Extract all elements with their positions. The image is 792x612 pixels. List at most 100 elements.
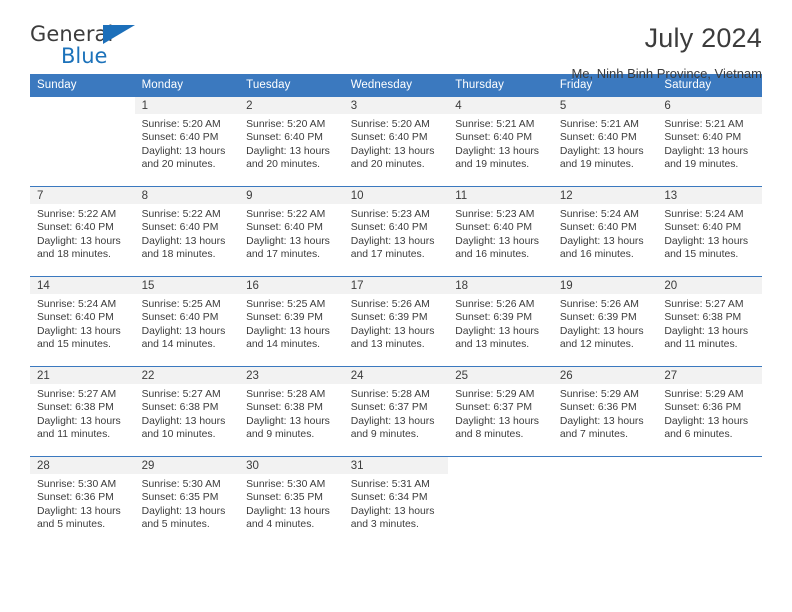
daylight-text: Daylight: 13 hours and 18 minutes. (37, 235, 121, 260)
sunset-text: Sunset: 6:39 PM (455, 312, 533, 324)
calendar-day-cell[interactable]: 29 Sunrise: 5:30 AM Sunset: 6:35 PM Dayligh… (134, 457, 240, 546)
calendar-day-cell[interactable]: 5 Sunrise: 5:21 AM Sunset: 6:40 PM Daylight… (552, 97, 658, 186)
calendar-day-cell[interactable]: 2 Sunrise: 5:20 AM Sunset: 6:40 PM Daylight… (239, 97, 344, 186)
calendar-day-cell[interactable]: 4 Sunrise: 5:21 AM Sunset: 6:40 PM Daylight… (448, 97, 553, 186)
calendar-day-cell[interactable]: 8 Sunrise: 5:22 AM Sunset: 6:40 PM Daylight… (134, 187, 240, 276)
sunset-text: Sunset: 6:39 PM (246, 312, 323, 324)
sunrise-text: Sunrise: 5:30 AM (141, 479, 221, 490)
day-number: 29 (134, 457, 240, 474)
calendar-day-cell[interactable]: 9 Sunrise: 5:22 AM Sunset: 6:40 PM Daylight… (239, 187, 344, 276)
calendar-day-cell[interactable]: 18 Sunrise: 5:26 AM Sunset: 6:39 PM Dayligh… (448, 277, 553, 366)
sunset-text: Sunset: 6:40 PM (455, 132, 533, 144)
calendar-cell-empty (30, 97, 135, 186)
day-details (657, 474, 762, 478)
sunset-text: Sunset: 6:35 PM (141, 492, 219, 504)
page-title: July 2024 (644, 23, 762, 53)
calendar-day-cell[interactable]: 28 Sunrise: 5:30 AM Sunset: 6:36 PM Dayligh… (30, 457, 135, 546)
sunset-text: Sunset: 6:40 PM (559, 132, 637, 144)
sunrise-text: Sunrise: 5:22 AM (141, 209, 221, 220)
daylight-text: Daylight: 13 hours and 18 minutes. (141, 235, 226, 260)
sunset-text: Sunset: 6:40 PM (559, 222, 637, 234)
daylight-text: Daylight: 13 hours and 16 minutes. (455, 235, 539, 260)
calendar-day-cell[interactable]: 16 Sunrise: 5:25 AM Sunset: 6:39 PM Dayligh… (239, 277, 344, 366)
calendar-week-row: 1 Sunrise: 5:20 AM Sunset: 6:40 PM Daylight… (30, 97, 762, 187)
sunrise-text: Sunrise: 5:20 AM (350, 119, 430, 130)
day-number (657, 457, 762, 474)
daylight-text: Daylight: 13 hours and 20 minutes. (350, 145, 435, 170)
day-details: Sunrise: 5:31 AM Sunset: 6:34 PM Daylight:… (344, 474, 449, 531)
sunset-text: Sunset: 6:40 PM (350, 222, 428, 234)
sunrise-text: Sunrise: 5:31 AM (350, 479, 430, 490)
sunrise-text: Sunrise: 5:21 AM (559, 119, 639, 130)
day-number: 5 (552, 97, 658, 114)
calendar-cell-empty (657, 457, 762, 546)
calendar-day-cell[interactable]: 21 Sunrise: 5:27 AM Sunset: 6:38 PM Dayligh… (30, 367, 135, 456)
day-details: Sunrise: 5:28 AM Sunset: 6:37 PM Daylight:… (344, 384, 449, 441)
sunset-text: Sunset: 6:40 PM (141, 222, 219, 234)
sunset-text: Sunset: 6:40 PM (350, 132, 428, 144)
daylight-text: Daylight: 13 hours and 17 minutes. (246, 235, 330, 260)
calendar-day-cell[interactable]: 24 Sunrise: 5:28 AM Sunset: 6:37 PM Dayligh… (343, 367, 449, 456)
calendar-day-cell[interactable]: 3 Sunrise: 5:20 AM Sunset: 6:40 PM Daylight… (343, 97, 449, 186)
calendar-day-cell[interactable]: 30 Sunrise: 5:30 AM Sunset: 6:35 PM Dayligh… (239, 457, 344, 546)
daylight-text: Daylight: 13 hours and 20 minutes. (141, 145, 226, 170)
day-number: 16 (239, 277, 344, 294)
sunrise-text: Sunrise: 5:26 AM (559, 299, 639, 310)
calendar-day-cell[interactable]: 12 Sunrise: 5:24 AM Sunset: 6:40 PM Dayligh… (552, 187, 658, 276)
sunset-text: Sunset: 6:40 PM (455, 222, 533, 234)
calendar-day-cell[interactable]: 14 Sunrise: 5:24 AM Sunset: 6:40 PM Dayligh… (30, 277, 135, 366)
sunset-text: Sunset: 6:38 PM (246, 402, 323, 414)
day-number: 9 (239, 187, 344, 204)
sunset-text: Sunset: 6:40 PM (246, 132, 323, 144)
day-details: Sunrise: 5:23 AM Sunset: 6:40 PM Daylight:… (344, 204, 449, 261)
calendar-day-cell[interactable]: 23 Sunrise: 5:28 AM Sunset: 6:38 PM Dayligh… (239, 367, 344, 456)
calendar-day-cell[interactable]: 17 Sunrise: 5:26 AM Sunset: 6:39 PM Dayligh… (343, 277, 449, 366)
calendar-day-cell[interactable]: 10 Sunrise: 5:23 AM Sunset: 6:40 PM Dayligh… (343, 187, 449, 276)
calendar-day-cell[interactable]: 15 Sunrise: 5:25 AM Sunset: 6:40 PM Dayligh… (134, 277, 240, 366)
calendar-day-cell[interactable]: 22 Sunrise: 5:27 AM Sunset: 6:38 PM Dayligh… (134, 367, 240, 456)
day-details (553, 474, 658, 478)
sunrise-text: Sunrise: 5:26 AM (350, 299, 430, 310)
day-details: Sunrise: 5:27 AM Sunset: 6:38 PM Daylight:… (657, 294, 762, 351)
calendar-day-cell[interactable]: 11 Sunrise: 5:23 AM Sunset: 6:40 PM Dayligh… (448, 187, 553, 276)
calendar-day-cell[interactable]: 1 Sunrise: 5:20 AM Sunset: 6:40 PM Daylight… (134, 97, 240, 186)
calendar-day-cell[interactable]: 7 Sunrise: 5:22 AM Sunset: 6:40 PM Daylight… (30, 187, 135, 276)
day-number: 23 (239, 367, 344, 384)
daylight-text: Daylight: 13 hours and 14 minutes. (246, 325, 330, 350)
day-details: Sunrise: 5:29 AM Sunset: 6:37 PM Daylight:… (448, 384, 553, 441)
calendar-day-cell[interactable]: 27 Sunrise: 5:29 AM Sunset: 6:36 PM Dayligh… (657, 367, 762, 456)
sunset-text: Sunset: 6:37 PM (350, 402, 428, 414)
calendar-day-cell[interactable]: 6 Sunrise: 5:21 AM Sunset: 6:40 PM Daylight… (657, 97, 762, 186)
weekday-header-sunday: Sunday (30, 74, 135, 97)
day-details: Sunrise: 5:26 AM Sunset: 6:39 PM Daylight:… (344, 294, 449, 351)
calendar-day-cell[interactable]: 19 Sunrise: 5:26 AM Sunset: 6:39 PM Dayligh… (552, 277, 658, 366)
day-details: Sunrise: 5:22 AM Sunset: 6:40 PM Daylight:… (239, 204, 344, 261)
sunrise-text: Sunrise: 5:23 AM (350, 209, 430, 220)
day-number: 8 (134, 187, 240, 204)
day-number: 15 (134, 277, 240, 294)
calendar-day-cell[interactable]: 26 Sunrise: 5:29 AM Sunset: 6:36 PM Dayligh… (552, 367, 658, 456)
day-number: 31 (343, 457, 449, 474)
page-header: General Blue July 2024 Me, Ninh Binh Pro… (30, 0, 762, 81)
day-number: 1 (134, 97, 240, 114)
calendar-day-cell[interactable]: 25 Sunrise: 5:29 AM Sunset: 6:37 PM Dayligh… (448, 367, 553, 456)
day-details: Sunrise: 5:21 AM Sunset: 6:40 PM Daylight:… (448, 114, 553, 171)
day-number (30, 97, 135, 114)
sunrise-text: Sunrise: 5:21 AM (664, 119, 744, 130)
calendar-day-cell[interactable]: 13 Sunrise: 5:24 AM Sunset: 6:40 PM Dayligh… (657, 187, 762, 276)
day-details: Sunrise: 5:22 AM Sunset: 6:40 PM Daylight:… (30, 204, 135, 261)
daylight-text: Daylight: 13 hours and 15 minutes. (664, 235, 749, 260)
sunset-text: Sunset: 6:39 PM (350, 312, 428, 324)
day-number (448, 457, 553, 474)
sunrise-text: Sunrise: 5:25 AM (141, 299, 221, 310)
daylight-text: Daylight: 13 hours and 6 minutes. (664, 415, 749, 440)
calendar-day-cell[interactable]: 20 Sunrise: 5:27 AM Sunset: 6:38 PM Dayligh… (657, 277, 762, 366)
logo-text-blue: Blue (61, 44, 108, 68)
calendar-day-cell[interactable]: 31 Sunrise: 5:31 AM Sunset: 6:34 PM Dayligh… (343, 457, 449, 546)
calendar-week-row: 7 Sunrise: 5:22 AM Sunset: 6:40 PM Daylight… (30, 186, 762, 277)
day-number: 2 (239, 97, 344, 114)
day-number: 10 (343, 187, 449, 204)
sunrise-text: Sunrise: 5:27 AM (664, 299, 744, 310)
day-number: 17 (343, 277, 449, 294)
sunrise-text: Sunrise: 5:22 AM (246, 209, 326, 220)
